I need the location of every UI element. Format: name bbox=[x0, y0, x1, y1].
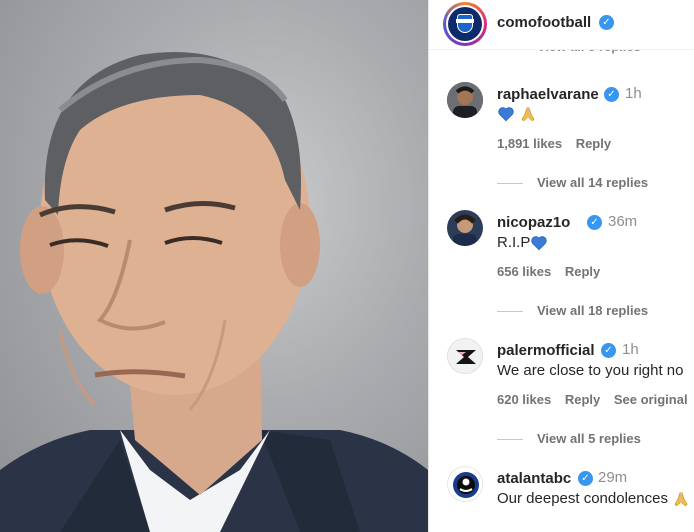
comment-meta: 656 likes Reply bbox=[497, 264, 610, 279]
comment-meta: 1,891 likes Reply bbox=[497, 136, 621, 151]
verified-badge-icon: ✓ bbox=[601, 343, 616, 358]
comment-time: 1h bbox=[625, 85, 642, 102]
likes-count[interactable]: 620 likes bbox=[497, 392, 551, 407]
avatar[interactable] bbox=[447, 466, 483, 502]
folded-hands-icon bbox=[674, 492, 688, 507]
comment-text: We are close to you right no bbox=[497, 362, 684, 379]
verified-badge-icon: ✓ bbox=[604, 87, 619, 102]
reply-button[interactable]: Reply bbox=[565, 392, 600, 407]
view-replies-label[interactable]: View all 5 replies bbox=[537, 431, 641, 446]
comment-username[interactable]: palermofficial bbox=[497, 342, 595, 359]
avatar[interactable] bbox=[447, 210, 483, 246]
comment-body: Our deepest condolences bbox=[497, 490, 668, 507]
comment-time: 29m bbox=[598, 469, 628, 486]
verified-badge-icon: ✓ bbox=[578, 471, 593, 486]
verified-badge-icon: ✓ bbox=[599, 15, 614, 30]
view-replies-label[interactable]: View all 18 replies bbox=[537, 303, 648, 318]
view-all-replies[interactable]: View all 18 replies bbox=[497, 303, 648, 318]
verified-badge-icon: ✓ bbox=[587, 215, 602, 230]
post-account-name[interactable]: comofootball bbox=[497, 14, 591, 31]
avatar[interactable] bbox=[447, 338, 483, 374]
folded-hands-icon bbox=[521, 107, 535, 122]
blue-heart-icon bbox=[498, 107, 514, 122]
likes-count[interactable]: 1,891 likes bbox=[497, 136, 562, 151]
portrait-illustration bbox=[0, 52, 428, 532]
comments-panel[interactable]: comofootball ✓ View all 8 replies raphae… bbox=[429, 0, 694, 532]
comment-time: 36m bbox=[608, 213, 638, 230]
thread-line bbox=[497, 183, 523, 185]
reply-button[interactable]: Reply bbox=[565, 264, 600, 279]
view-all-replies[interactable]: View all 5 replies bbox=[497, 431, 641, 446]
como-logo-icon bbox=[448, 7, 482, 41]
post-header: comofootball ✓ bbox=[429, 0, 694, 50]
view-all-replies[interactable]: View all 14 replies bbox=[497, 175, 648, 190]
comment-username[interactable]: nicopaz1o bbox=[497, 214, 570, 231]
comment-body: R.I.P bbox=[497, 234, 531, 251]
see-original-button[interactable]: See original bbox=[614, 392, 688, 407]
likes-count[interactable]: 656 likes bbox=[497, 264, 551, 279]
comment-meta: 620 likes Reply See original bbox=[497, 392, 694, 407]
comment-username[interactable]: atalantabc bbox=[497, 470, 571, 487]
post-photo[interactable] bbox=[0, 0, 428, 532]
reply-button[interactable]: Reply bbox=[576, 136, 611, 151]
view-replies-label[interactable]: View all 14 replies bbox=[537, 175, 648, 190]
comment-text bbox=[497, 105, 537, 123]
comment-time: 1h bbox=[622, 341, 639, 358]
avatar[interactable] bbox=[447, 82, 483, 118]
comment-username[interactable]: raphaelvarane bbox=[497, 86, 599, 103]
thread-line bbox=[497, 439, 523, 441]
comment-text: R.I.P bbox=[497, 234, 548, 252]
story-ring[interactable] bbox=[443, 2, 487, 46]
thread-line bbox=[497, 311, 523, 313]
blue-heart-icon bbox=[531, 236, 548, 251]
comment-text: Our deepest condolences bbox=[497, 490, 690, 508]
